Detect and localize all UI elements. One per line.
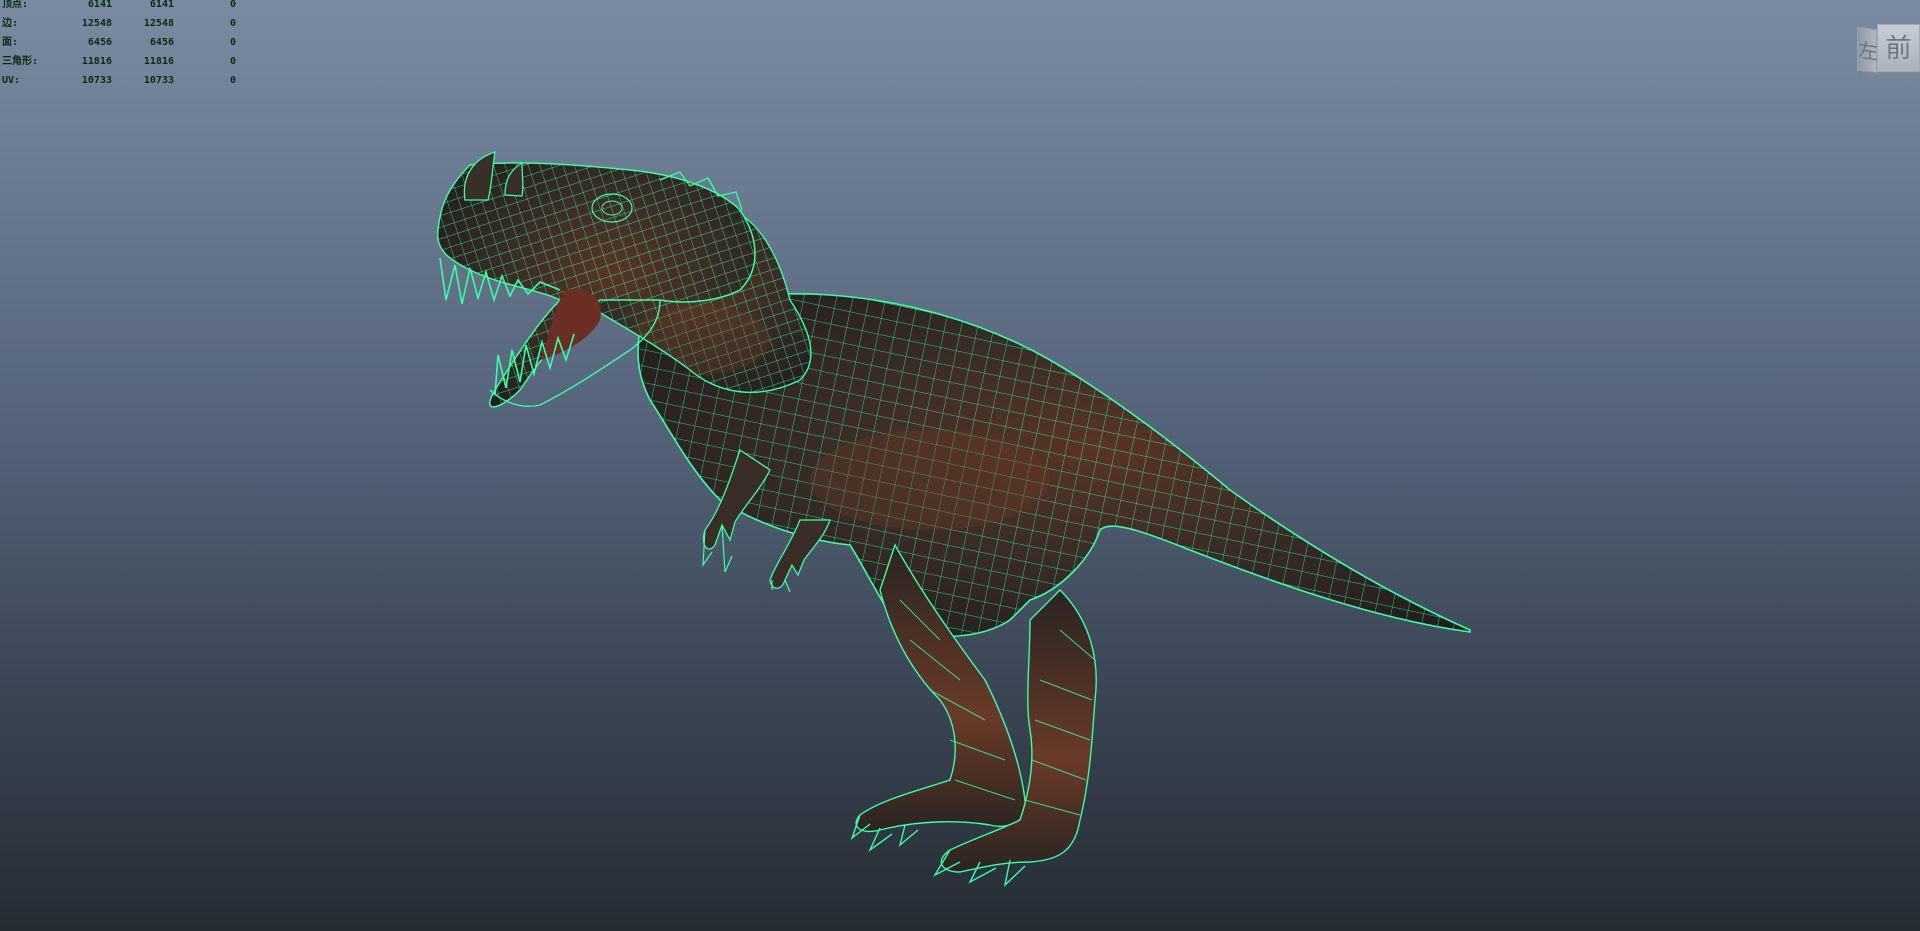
hud-label: 边: [2, 18, 19, 29]
hud-row-faces: 面: 6456 6456 0 [2, 33, 236, 52]
hud-label: UV: [2, 75, 21, 86]
hud-value: 0 [229, 75, 236, 86]
dinosaur-model[interactable] [0, 0, 1920, 931]
hud-row-uvs: UV: 10733 10733 0 [2, 71, 236, 90]
view-cube-shadow [1861, 72, 1920, 78]
hud-value: 12548 [143, 18, 174, 29]
hud-value: 10733 [143, 75, 174, 86]
hud-label: 三角形: [2, 56, 39, 67]
hud-value: 11816 [143, 56, 174, 67]
hud-value: 6456 [149, 37, 174, 48]
hud-row-vertices: 顶点: 6141 6141 0 [2, 0, 236, 14]
hud-value: 0 [229, 37, 236, 48]
poly-count-hud: 顶点: 6141 6141 0 边: 12548 12548 0 面: 6456… [2, 0, 236, 90]
hud-value: 6141 [87, 0, 112, 10]
view-cube-left-face[interactable]: 左 [1857, 26, 1878, 74]
hud-value: 11816 [81, 56, 112, 67]
hud-value: 0 [229, 56, 236, 67]
hud-value: 0 [229, 0, 236, 10]
hud-value: 0 [229, 18, 236, 29]
hud-value: 6456 [87, 37, 112, 48]
hud-label: 顶点: [2, 0, 29, 10]
view-cube[interactable]: 左 前 [1857, 24, 1920, 78]
hud-value: 12548 [81, 18, 112, 29]
hud-label: 面: [2, 37, 19, 48]
view-cube-front-face[interactable]: 前 [1877, 24, 1920, 72]
hud-value: 6141 [149, 0, 174, 10]
hud-row-triangles: 三角形: 11816 11816 0 [2, 52, 236, 71]
hud-row-edges: 边: 12548 12548 0 [2, 14, 236, 33]
3d-viewport[interactable]: 顶点: 6141 6141 0 边: 12548 12548 0 面: 6456… [0, 0, 1920, 931]
hud-value: 10733 [81, 75, 112, 86]
